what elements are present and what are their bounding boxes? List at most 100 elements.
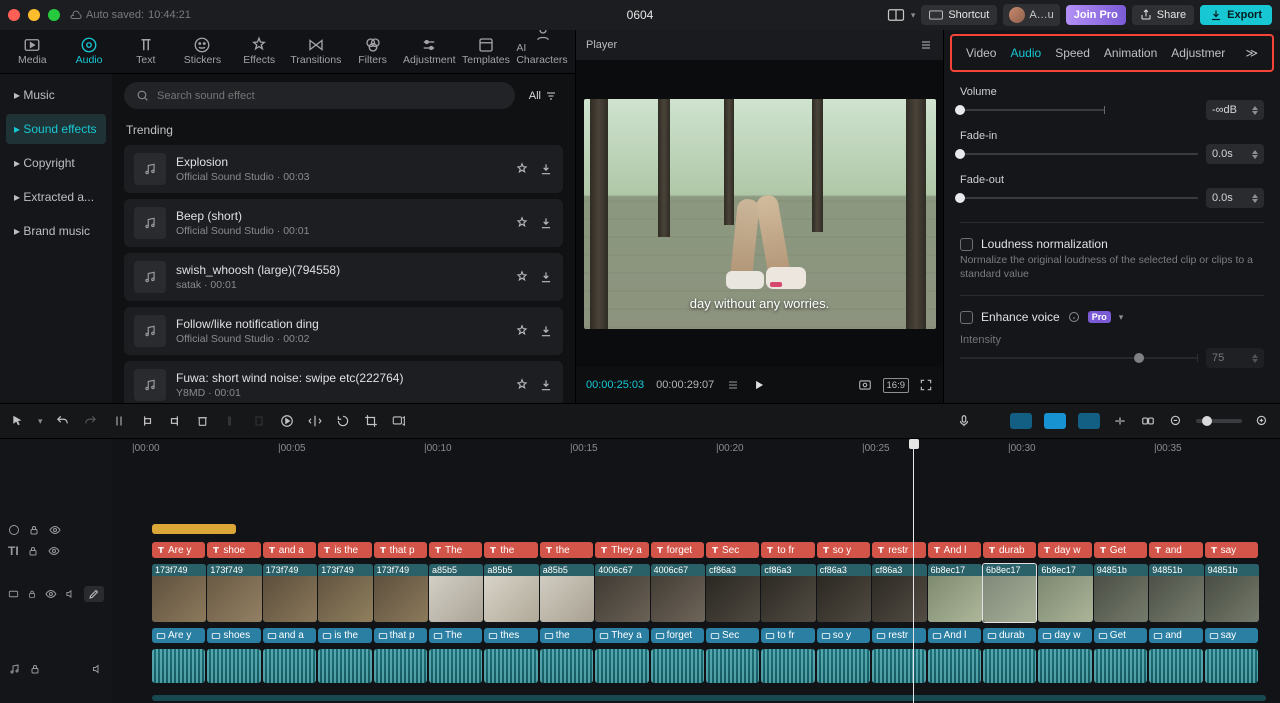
speaker-icon[interactable] xyxy=(65,588,76,600)
audio-clip[interactable] xyxy=(484,649,537,683)
inspector-tab-animation[interactable]: Animation xyxy=(1104,46,1157,60)
edit-track-icon[interactable] xyxy=(84,586,104,602)
text-clip[interactable]: is the xyxy=(318,542,371,558)
caption-clip[interactable]: The xyxy=(429,628,482,643)
text-clip[interactable]: And l xyxy=(928,542,981,558)
video-clip[interactable]: a85b5 xyxy=(484,564,538,622)
audio-clip[interactable] xyxy=(1038,649,1091,683)
text-clip[interactable]: They a xyxy=(595,542,648,558)
library-sidebar-item[interactable]: ▸ Extracted a... xyxy=(6,182,106,212)
text-clip[interactable]: forget xyxy=(651,542,704,558)
audio-clip[interactable] xyxy=(928,649,981,683)
enhance-row[interactable]: Enhance voice Pro ▾ xyxy=(960,310,1264,324)
video-clip[interactable]: 6b8ec17 xyxy=(1038,564,1092,622)
lock-icon[interactable] xyxy=(27,545,39,557)
text-clip[interactable]: restr xyxy=(872,542,925,558)
lock-icon[interactable] xyxy=(28,524,40,536)
video-clip[interactable]: cf86a3 xyxy=(706,564,760,622)
zoom-slider[interactable] xyxy=(1196,419,1242,423)
library-sidebar-item[interactable]: ▸ Sound effects xyxy=(6,114,106,144)
undo-button[interactable] xyxy=(55,413,71,429)
loudness-row[interactable]: Loudness normalization xyxy=(960,237,1264,251)
shortcut-button[interactable]: Shortcut xyxy=(921,5,997,25)
sound-item[interactable]: Fuwa: short wind noise: swipe etc(222764… xyxy=(124,361,563,403)
fadeout-value[interactable]: 0.0s xyxy=(1206,188,1264,208)
favorite-icon[interactable] xyxy=(515,162,529,176)
track-mode-3[interactable] xyxy=(1078,413,1100,429)
track-mode-1[interactable] xyxy=(1010,413,1032,429)
video-clip[interactable]: 173f749 xyxy=(318,564,372,622)
text-clip[interactable]: to fr xyxy=(761,542,814,558)
sound-item[interactable]: ExplosionOfficial Sound Studio · 00:03 xyxy=(124,145,563,193)
link-icon[interactable] xyxy=(1140,413,1156,429)
text-clip[interactable]: and a xyxy=(263,542,316,558)
download-icon[interactable] xyxy=(539,216,553,230)
search-input[interactable] xyxy=(157,90,503,102)
text-clip[interactable]: Are y xyxy=(152,542,205,558)
info-icon[interactable] xyxy=(1068,311,1080,323)
audio-clip[interactable] xyxy=(872,649,925,683)
inspector-tab-speed[interactable]: Speed xyxy=(1055,46,1090,60)
audio-clip[interactable] xyxy=(540,649,593,683)
module-tab-media[interactable]: Media xyxy=(4,32,61,73)
inspector-tab-audio[interactable]: Audio xyxy=(1010,46,1041,60)
eye-icon[interactable] xyxy=(47,545,61,557)
window-close[interactable] xyxy=(8,9,20,21)
video-clip[interactable]: a85b5 xyxy=(429,564,483,622)
caption-clip[interactable]: Get xyxy=(1094,628,1147,643)
more-tabs-icon[interactable]: ≫ xyxy=(1245,46,1258,60)
rotate-tool[interactable] xyxy=(335,413,351,429)
pointer-tool[interactable] xyxy=(10,413,26,429)
video-clip[interactable]: 94851b xyxy=(1205,564,1259,622)
favorite-icon[interactable] xyxy=(515,216,529,230)
enhance-tool[interactable] xyxy=(391,413,407,429)
share-button[interactable]: Share xyxy=(1132,5,1194,25)
aspect-ratio[interactable]: 16:9 xyxy=(883,378,910,393)
text-clip[interactable]: the xyxy=(484,542,537,558)
audio-track[interactable] xyxy=(112,647,1280,687)
audio-clip[interactable] xyxy=(152,649,205,683)
crop-tool[interactable] xyxy=(363,413,379,429)
redo-button[interactable] xyxy=(83,413,99,429)
enhance-checkbox[interactable] xyxy=(960,311,973,324)
audio-clip[interactable] xyxy=(595,649,648,683)
audio-clip[interactable] xyxy=(207,649,260,683)
trim-right-tool[interactable] xyxy=(167,413,183,429)
caption-clip[interactable]: They a xyxy=(595,628,648,643)
favorite-icon[interactable] xyxy=(515,270,529,284)
zoom-out-icon[interactable] xyxy=(1168,413,1184,429)
caption-clip[interactable]: shoes xyxy=(207,628,260,643)
audio-clip[interactable] xyxy=(706,649,759,683)
speaker-icon[interactable] xyxy=(91,663,104,675)
download-icon[interactable] xyxy=(539,270,553,284)
text-clip[interactable]: say xyxy=(1205,542,1258,558)
mic-icon[interactable] xyxy=(956,413,972,429)
library-sidebar-item[interactable]: ▸ Brand music xyxy=(6,216,106,246)
sound-item[interactable]: Follow/like notification dingOfficial So… xyxy=(124,307,563,355)
download-icon[interactable] xyxy=(539,162,553,176)
caption-clip[interactable]: say xyxy=(1205,628,1258,643)
audio-clip[interactable] xyxy=(263,649,316,683)
video-clip[interactable]: cf86a3 xyxy=(817,564,871,622)
caption-clip[interactable]: and a xyxy=(263,628,316,643)
video-clip[interactable]: 173f749 xyxy=(374,564,428,622)
list-icon[interactable] xyxy=(726,379,740,391)
text-clip[interactable]: Get xyxy=(1094,542,1147,558)
caption-clip[interactable]: durab xyxy=(983,628,1036,643)
chevron-down-icon[interactable]: ▾ xyxy=(1119,312,1124,323)
chevron-down-icon[interactable]: ▾ xyxy=(38,416,43,427)
audio-clip[interactable] xyxy=(318,649,371,683)
split-tool[interactable] xyxy=(111,413,127,429)
chevron-down-icon[interactable]: ▾ xyxy=(911,10,916,21)
module-tab-stickers[interactable]: Stickers xyxy=(174,32,231,73)
trim-left-tool[interactable] xyxy=(139,413,155,429)
caption-clip[interactable]: to fr xyxy=(761,628,814,643)
fadein-slider[interactable] xyxy=(960,153,1198,155)
video-clip[interactable]: 4006c67 xyxy=(595,564,649,622)
marker-clip[interactable] xyxy=(152,524,236,534)
audio-clip[interactable] xyxy=(817,649,870,683)
fadeout-slider[interactable] xyxy=(960,197,1198,199)
text-clip[interactable]: durab xyxy=(983,542,1036,558)
track-mode-2[interactable] xyxy=(1044,413,1066,429)
sound-item[interactable]: swish_whoosh (large)(794558)satak · 00:0… xyxy=(124,253,563,301)
